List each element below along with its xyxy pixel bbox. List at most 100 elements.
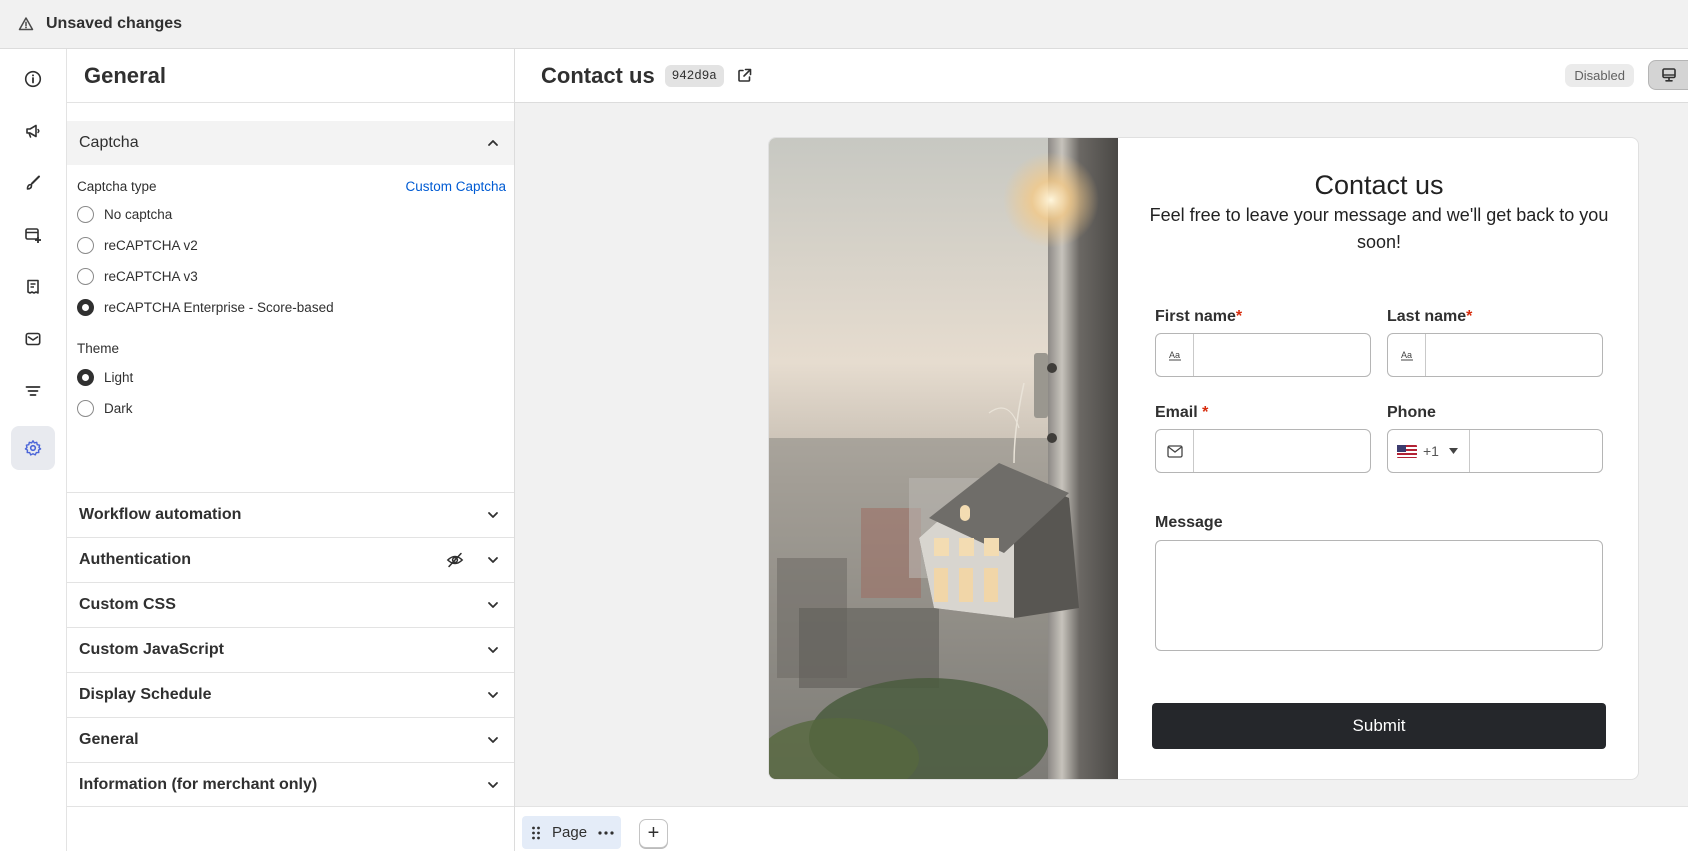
email-field[interactable] bbox=[1155, 429, 1371, 473]
info-icon[interactable] bbox=[11, 57, 55, 101]
receipt-icon[interactable] bbox=[11, 265, 55, 309]
form-id-badge: 942d9a bbox=[664, 64, 724, 87]
envelope-icon bbox=[1156, 430, 1194, 472]
section-title: Authentication bbox=[79, 551, 191, 568]
caret-down-icon bbox=[1448, 448, 1458, 454]
captcha-option-recaptcha-enterprise[interactable]: reCAPTCHA Enterprise - Score-based bbox=[77, 292, 506, 323]
radio-button[interactable] bbox=[77, 237, 94, 254]
section-title: Custom JavaScript bbox=[79, 641, 224, 658]
section-custom-css[interactable]: Custom CSS bbox=[67, 582, 514, 627]
eye-slash-icon bbox=[446, 551, 464, 569]
radio-label: reCAPTCHA Enterprise - Score-based bbox=[104, 300, 334, 315]
add-page-button[interactable]: + bbox=[639, 819, 668, 848]
radio-button[interactable] bbox=[77, 268, 94, 285]
form-title: Contact us bbox=[1314, 170, 1444, 200]
theme-option-light[interactable]: Light bbox=[77, 362, 506, 393]
section-information-merchant[interactable]: Information (for merchant only) bbox=[67, 762, 514, 807]
radio-label: Light bbox=[104, 370, 134, 385]
captcha-option-no-captcha[interactable]: No captcha bbox=[77, 199, 506, 230]
text-format-icon: Aa bbox=[1388, 334, 1426, 376]
captcha-section-header[interactable]: Captcha bbox=[67, 121, 514, 165]
section-general[interactable]: General bbox=[67, 717, 514, 762]
theme-option-dark[interactable]: Dark bbox=[77, 393, 506, 424]
chevron-down-icon bbox=[486, 778, 500, 792]
megaphone-icon[interactable] bbox=[11, 109, 55, 153]
section-display-schedule[interactable]: Display Schedule bbox=[67, 672, 514, 717]
chevron-up-icon bbox=[486, 136, 500, 150]
icon-rail bbox=[0, 49, 67, 851]
chevron-down-icon bbox=[486, 733, 500, 747]
section-title: Workflow automation bbox=[79, 506, 242, 523]
page-tab[interactable]: Page bbox=[522, 816, 621, 849]
radio-label: No captcha bbox=[104, 207, 173, 222]
last-name-label: Last name* bbox=[1387, 308, 1473, 325]
panel-header: General bbox=[67, 49, 514, 103]
settings-gear-icon[interactable] bbox=[11, 426, 55, 470]
phone-code: +1 bbox=[1423, 443, 1439, 459]
submit-button[interactable]: Submit bbox=[1152, 703, 1606, 749]
filter-icon[interactable] bbox=[11, 369, 55, 413]
panel-title: General bbox=[84, 62, 166, 88]
radio-label: reCAPTCHA v2 bbox=[104, 238, 198, 253]
radio-label: Dark bbox=[104, 401, 133, 416]
last-name-field[interactable]: Aa bbox=[1387, 333, 1603, 377]
section-authentication[interactable]: Authentication bbox=[67, 537, 514, 582]
radio-label: reCAPTCHA v3 bbox=[104, 269, 198, 284]
required-mark: * bbox=[1466, 308, 1473, 325]
chevron-down-icon bbox=[486, 643, 500, 657]
section-title: General bbox=[79, 731, 139, 748]
page-tabs-bar: Page + bbox=[515, 806, 1688, 851]
text-format-icon: Aa bbox=[1156, 334, 1194, 376]
external-link-icon[interactable] bbox=[736, 67, 753, 84]
svg-text:Aa: Aa bbox=[1401, 350, 1412, 360]
required-mark: * bbox=[1235, 308, 1243, 325]
chevron-down-icon bbox=[486, 598, 500, 612]
email-icon[interactable] bbox=[11, 317, 55, 361]
settings-panel: General Captcha Captcha type Custom Capt… bbox=[67, 49, 515, 851]
section-title: Display Schedule bbox=[79, 686, 212, 703]
drag-handle-icon[interactable] bbox=[531, 826, 541, 840]
theme-label: Theme bbox=[77, 341, 120, 356]
contact-form: Contact us Feel free to leave your messa… bbox=[1118, 138, 1638, 779]
canvas-header: Contact us 942d9a Disabled bbox=[515, 49, 1688, 103]
paintbrush-icon[interactable] bbox=[11, 161, 55, 205]
radio-button-selected[interactable] bbox=[77, 369, 94, 386]
svg-text:Aa: Aa bbox=[1169, 350, 1180, 360]
house-ornament-photo bbox=[769, 138, 1118, 779]
message-textarea[interactable] bbox=[1155, 540, 1603, 651]
chevron-down-icon bbox=[486, 508, 500, 522]
section-workflow-automation[interactable]: Workflow automation bbox=[67, 492, 514, 537]
unsaved-changes-bar: Unsaved changes bbox=[0, 0, 1688, 49]
captcha-option-recaptcha-v3[interactable]: reCAPTCHA v3 bbox=[77, 261, 506, 292]
warning-triangle-icon bbox=[18, 16, 34, 32]
radio-button[interactable] bbox=[77, 400, 94, 417]
form-preview-card: Contact us Feel free to leave your messa… bbox=[768, 137, 1639, 780]
us-flag-icon bbox=[1397, 444, 1417, 458]
page-tab-label: Page bbox=[552, 824, 588, 841]
phone-field[interactable]: +1 bbox=[1387, 429, 1603, 473]
radio-button[interactable] bbox=[77, 206, 94, 223]
section-custom-javascript[interactable]: Custom JavaScript bbox=[67, 627, 514, 672]
captcha-option-recaptcha-v2[interactable]: reCAPTCHA v2 bbox=[77, 230, 506, 261]
more-options-icon[interactable] bbox=[598, 830, 614, 835]
email-label: Email * bbox=[1155, 404, 1209, 421]
required-mark: * bbox=[1202, 404, 1209, 421]
form-name-title: Contact us bbox=[541, 62, 655, 88]
first-name-field[interactable]: Aa bbox=[1155, 333, 1371, 377]
message-label: Message bbox=[1155, 514, 1223, 531]
status-badge: Disabled bbox=[1565, 64, 1634, 87]
phone-label: Phone bbox=[1387, 404, 1436, 421]
radio-button-selected[interactable] bbox=[77, 299, 94, 316]
country-code-select[interactable]: +1 bbox=[1388, 430, 1470, 472]
captcha-section-title: Captcha bbox=[79, 134, 139, 151]
first-name-label: First name* bbox=[1155, 308, 1243, 325]
add-section-icon[interactable] bbox=[11, 213, 55, 257]
section-title: Custom CSS bbox=[79, 596, 176, 613]
captcha-section-body: Captcha type Custom Captcha No captcha r… bbox=[67, 165, 514, 492]
form-subtitle: Feel free to leave your message and we'l… bbox=[1149, 205, 1609, 252]
desktop-view-icon[interactable] bbox=[1648, 60, 1688, 90]
chevron-down-icon bbox=[486, 688, 500, 702]
custom-captcha-link[interactable]: Custom Captcha bbox=[405, 179, 506, 194]
collapsed-sections: Workflow automation Authentication Custo… bbox=[67, 492, 514, 807]
section-title: Information (for merchant only) bbox=[79, 775, 318, 793]
